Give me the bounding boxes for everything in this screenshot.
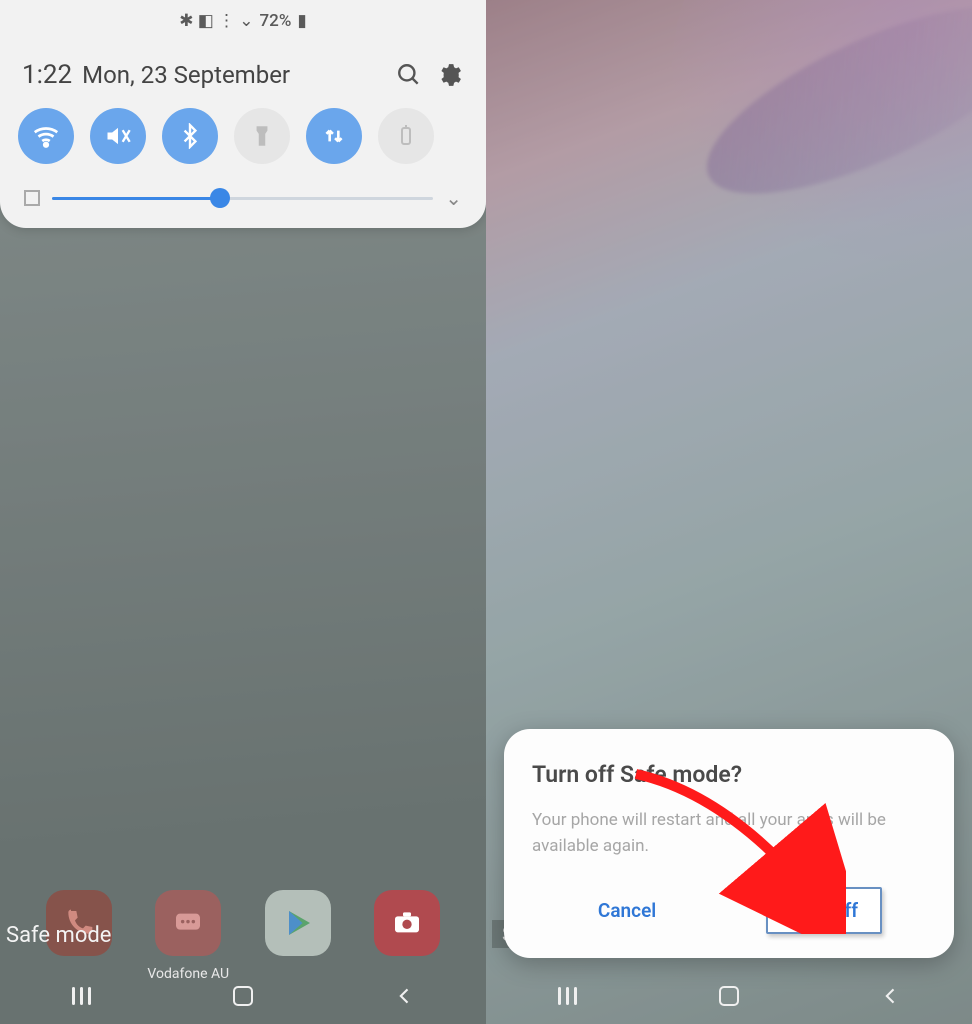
play-store-icon[interactable]: [265, 890, 331, 956]
qs-power-saving[interactable]: [378, 108, 434, 164]
nav-recents[interactable]: [552, 981, 582, 1011]
qs-flashlight[interactable]: [234, 108, 290, 164]
nav-back[interactable]: [390, 981, 420, 1011]
battery-icon: ▮: [297, 11, 306, 31]
brightness-slider[interactable]: [52, 197, 433, 200]
search-icon[interactable]: [394, 60, 424, 90]
qs-sound-mute[interactable]: [90, 108, 146, 164]
dialog-title: Turn off Safe mode?: [532, 761, 926, 788]
nav-home[interactable]: [714, 981, 744, 1011]
battery-text: 72%: [260, 11, 292, 31]
dialog-buttons: Cancel Turn off: [532, 887, 926, 934]
nav-back[interactable]: [876, 981, 906, 1011]
gear-icon[interactable]: [434, 60, 464, 90]
clock-date: Mon, 23 September: [82, 61, 384, 89]
nav-recents[interactable]: [66, 981, 96, 1011]
turn-off-button[interactable]: Turn off: [766, 887, 882, 934]
brightness-fill: [52, 197, 220, 200]
cancel-button[interactable]: Cancel: [576, 889, 678, 932]
status-icons: ✱ ◧ ⋮ ⌄: [179, 11, 253, 31]
qs-bluetooth[interactable]: [162, 108, 218, 164]
qs-wifi[interactable]: [18, 108, 74, 164]
quick-settings-row: [0, 104, 486, 168]
camera-app-icon[interactable]: [374, 890, 440, 956]
notification-shade: ✱ ◧ ⋮ ⌄ 72% ▮ 1:22 Mon, 23 September: [0, 0, 486, 228]
qs-mobile-data[interactable]: [306, 108, 362, 164]
chevron-down-icon[interactable]: ⌄: [445, 186, 462, 210]
status-bar: ✱ ◧ ⋮ ⌄ 72% ▮: [0, 0, 486, 42]
nav-bar: [486, 968, 972, 1024]
brightness-row: ⌄: [0, 168, 486, 220]
safe-mode-badge: Safe mode: [6, 923, 111, 948]
brightness-thumb[interactable]: [210, 188, 230, 208]
messages-app-icon[interactable]: [155, 890, 221, 956]
safe-mode-dialog: Turn off Safe mode? Your phone will rest…: [504, 729, 954, 958]
clock-time: 1:22: [22, 60, 72, 90]
screenshot-left: ✱ ◧ ⋮ ⌄ 72% ▮ 1:22 Mon, 23 September: [0, 0, 486, 1024]
auto-brightness-toggle[interactable]: [24, 190, 40, 206]
date-row: 1:22 Mon, 23 September: [0, 42, 486, 104]
screenshot-right: Safe mode Turn off Safe mode? Your phone…: [486, 0, 972, 1024]
nav-home[interactable]: [228, 981, 258, 1011]
nav-bar: [0, 968, 486, 1024]
dialog-body: Your phone will restart and all your app…: [532, 808, 926, 859]
